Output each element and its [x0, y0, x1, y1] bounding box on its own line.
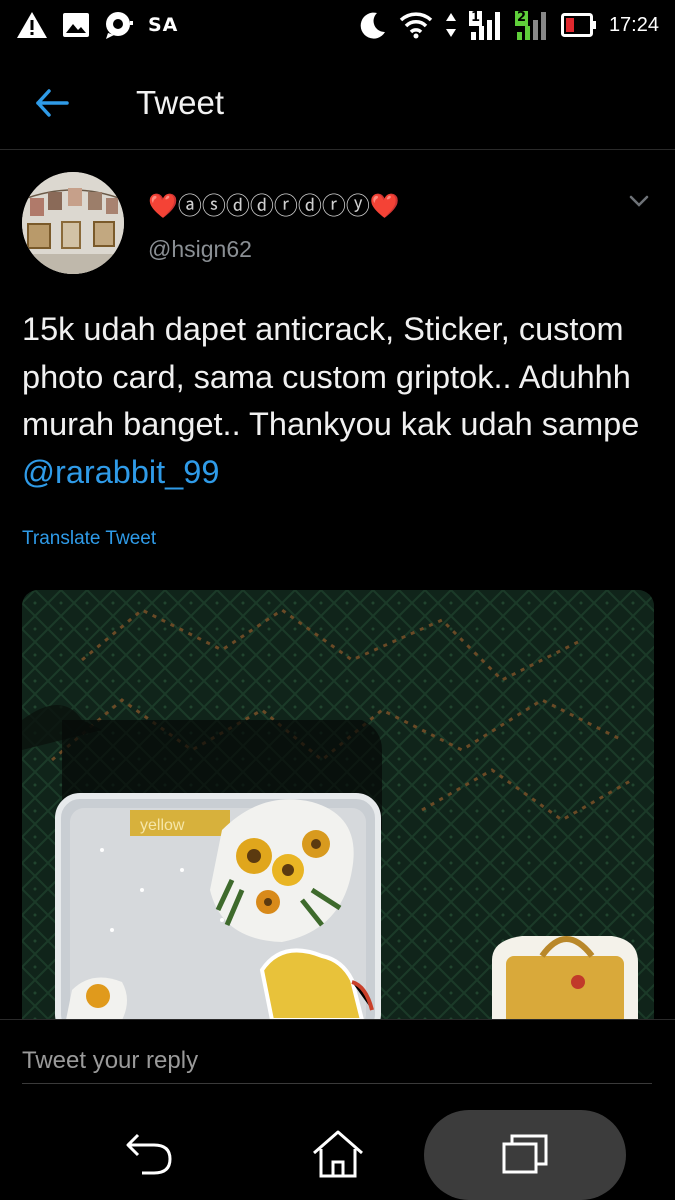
back-nav-button[interactable]: [110, 1119, 190, 1189]
back-button[interactable]: [22, 73, 82, 133]
battery-icon: [560, 13, 597, 37]
arrow-left-icon: [36, 88, 69, 117]
signal-icon: 1: [468, 8, 503, 42]
tweet-text: 15k udah dapet anticrack, Sticker, custo…: [22, 306, 662, 496]
status-bar: SA 1 2 17:24: [0, 0, 675, 50]
signal-icon: 2: [514, 8, 549, 42]
reply-input[interactable]: [22, 1038, 652, 1084]
back-icon: [126, 1133, 172, 1175]
wifi-icon: [399, 11, 433, 39]
tweet-photo[interactable]: yellow: [22, 590, 654, 1020]
sticker-label: yellow: [140, 817, 185, 834]
user-handle[interactable]: @hsign62: [148, 236, 252, 263]
clock: 17:24: [608, 13, 659, 36]
home-icon: [313, 1130, 363, 1178]
carrier-label: SA: [148, 14, 179, 36]
home-nav-button[interactable]: [298, 1119, 378, 1189]
moon-icon: [357, 10, 387, 40]
app-header: Tweet: [0, 56, 675, 150]
sim1-label: 1: [470, 10, 480, 25]
system-nav-bar: [0, 1101, 675, 1200]
reply-bar: [0, 1019, 675, 1101]
page-title: Tweet: [136, 83, 225, 121]
mention-link[interactable]: @rarabbit_99: [22, 454, 219, 490]
tweet-menu-button[interactable]: [624, 186, 654, 216]
translate-tweet-link[interactable]: Translate Tweet: [22, 528, 156, 550]
display-name[interactable]: ❤️ⓐⓢⓓⓓⓡⓓⓡⓨ❤️: [148, 186, 400, 221]
recents-nav-button[interactable]: [485, 1119, 565, 1189]
chat-icon: [104, 11, 134, 39]
chevron-down-icon: [629, 195, 649, 207]
sim2-label: 2: [516, 10, 526, 25]
warning-icon: [16, 11, 48, 39]
photo-content: yellow: [22, 590, 654, 1020]
tweet-body: 15k udah dapet anticrack, Sticker, custo…: [22, 311, 640, 442]
image-icon: [62, 12, 90, 38]
tweet-author: ❤️ⓐⓢⓓⓓⓡⓓⓡⓨ❤️ @hsign62: [22, 172, 662, 276]
tweet-screen: SA 1 2 17:24 Tweet ❤️ⓐⓢⓓⓓⓡⓓⓡⓨ❤️ @hsign62…: [0, 0, 675, 1200]
data-arrows-icon: [445, 12, 457, 38]
recents-icon: [502, 1134, 548, 1174]
avatar[interactable]: [22, 172, 124, 274]
